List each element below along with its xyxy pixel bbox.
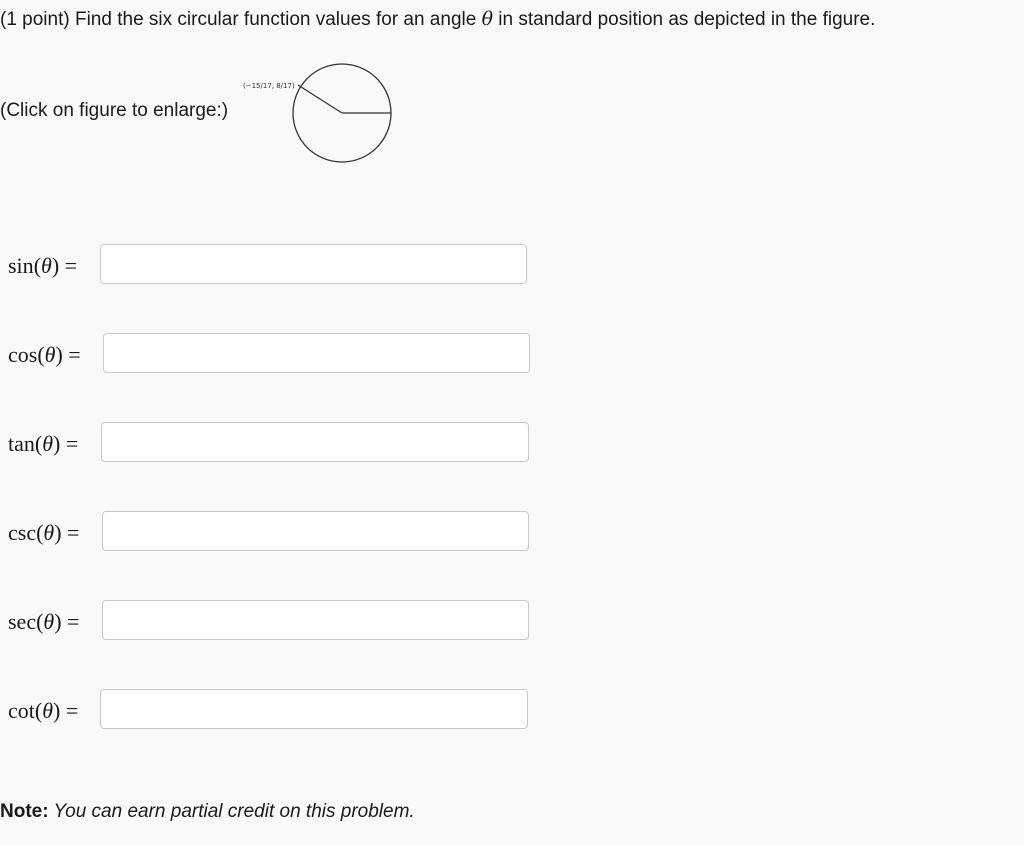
theta-symbol: θ [481,8,494,30]
cot-answer-input[interactable] [100,689,528,729]
csc-answer-input[interactable] [102,511,529,551]
prompt-prefix: (1 point) Find the six circular function… [0,9,482,30]
cos-answer-input[interactable] [103,333,530,373]
partial-credit-note: Note: You can earn partial credit on thi… [0,801,415,823]
point-label: (−15/17, 8/17) [243,82,295,90]
tan-answer-input[interactable] [101,422,529,462]
sin-label: sin(θ) = [8,253,78,278]
enlarge-hint: (Click on figure to enlarge:) [0,100,229,121]
note-text: You can earn partial credit on this prob… [48,801,415,822]
sec-label: sec(θ) = [8,609,80,634]
csc-label: csc(θ) = [8,520,80,545]
cos-label: cos(θ) = [8,342,81,367]
terminal-side [297,84,343,114]
problem-prompt: (1 point) Find the six circular function… [0,8,875,31]
tan-label: tan(θ) = [8,431,79,456]
sec-answer-input[interactable] [102,600,529,640]
prompt-suffix: in standard position as depicted in the … [493,9,876,30]
unit-circle-figure[interactable]: (−15/17, 8/17) [240,60,400,168]
note-label: Note: [0,801,49,822]
cot-label: cot(θ) = [8,698,79,723]
sin-answer-input[interactable] [100,244,527,284]
unit-circle-svg: (−15/17, 8/17) [243,63,392,163]
